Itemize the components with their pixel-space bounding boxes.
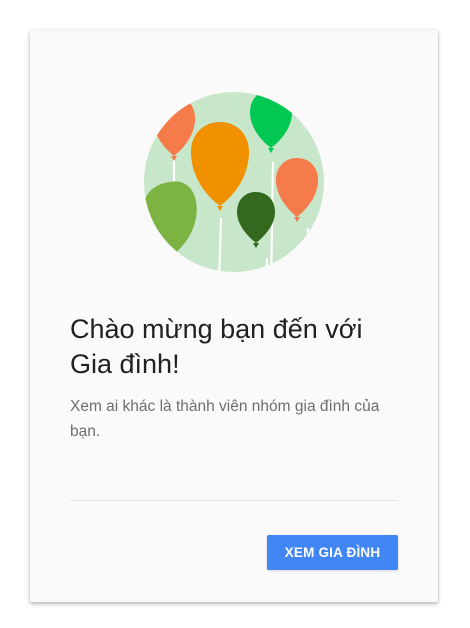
view-family-button[interactable]: XEM GIA ĐÌNH	[267, 535, 398, 570]
welcome-description: Xem ai khác là thành viên nhóm gia đình …	[70, 398, 380, 440]
welcome-card: Chào mừng bạn đến với Gia đình! Xem ai k…	[30, 30, 438, 602]
balloons-illustration	[140, 84, 328, 280]
divider	[70, 500, 398, 501]
balloons-icon	[144, 92, 324, 272]
welcome-title: Chào mừng bạn đến với Gia đình!	[70, 314, 363, 379]
